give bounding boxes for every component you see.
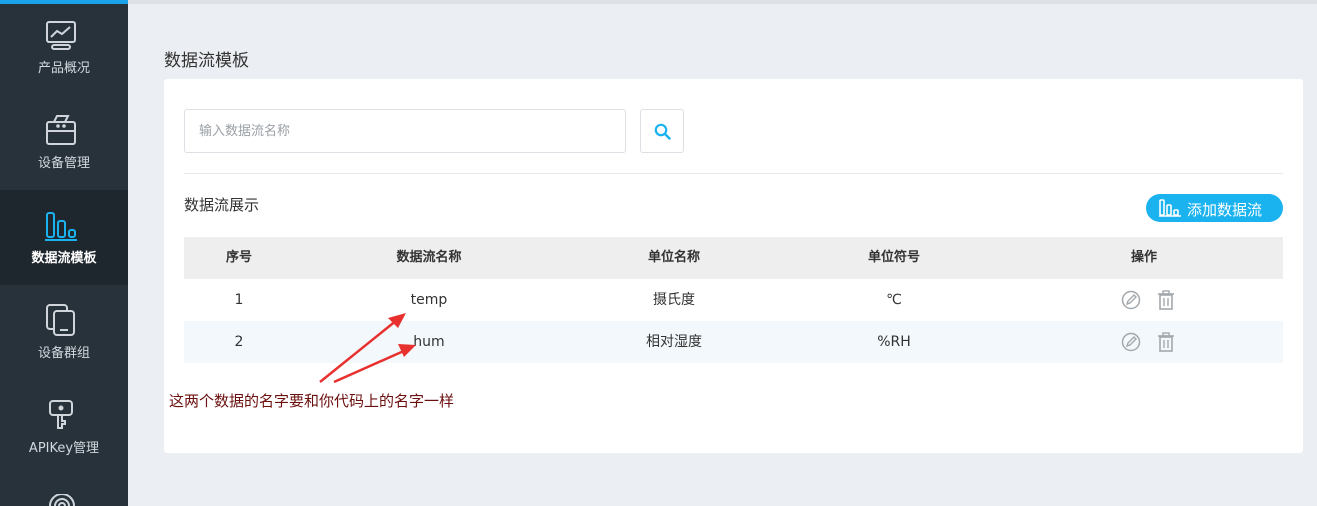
sidebar-item-device-management[interactable]: 设备管理 — [0, 95, 128, 190]
top-bar — [0, 0, 1317, 4]
row-unit-symbol: ℃ — [886, 292, 902, 308]
signal-icon — [49, 494, 75, 506]
header-unit-name: 单位名称 — [647, 250, 700, 265]
row-name: hum — [413, 334, 445, 350]
annotation-text: 这两个数据的名字要和你代码上的名字一样 — [169, 392, 455, 410]
trash-icon[interactable] — [1156, 290, 1176, 310]
datastream-table: 序号 数据流名称 单位名称 单位符号 操作 1 temp 摄氏度 ℃ 2 hum… — [184, 237, 1283, 363]
chart-monitor-icon — [46, 21, 76, 50]
edit-icon[interactable] — [1121, 332, 1141, 352]
group-icon — [46, 304, 75, 336]
header-unit-symbol: 单位符号 — [867, 250, 920, 265]
sidebar-item-label: 设备群组 — [37, 346, 90, 361]
sidebar-item-label: 设备管理 — [37, 156, 90, 171]
table-row: 2 hum 相对湿度 %RH — [184, 321, 1283, 363]
search-input[interactable] — [184, 109, 626, 153]
sidebar-item-label: APIKey管理 — [28, 441, 100, 456]
row-index: 2 — [234, 334, 244, 350]
row-unit-name: 摄氏度 — [653, 292, 695, 308]
sidebar: 产品概况 设备管理 数据流模板 设备群组 APIKey管理 — [0, 4, 128, 506]
bars-icon — [45, 212, 77, 241]
sidebar-item-product-overview[interactable]: 产品概况 — [0, 4, 128, 95]
row-name: temp — [410, 292, 448, 308]
header-index: 序号 — [225, 250, 252, 265]
sidebar-item-datastream-template[interactable]: 数据流模板 — [0, 190, 128, 285]
search-icon — [654, 123, 671, 140]
search-button[interactable] — [640, 109, 684, 153]
sidebar-item-label: 产品概况 — [37, 61, 90, 76]
divider — [184, 173, 1283, 174]
trash-icon[interactable] — [1156, 332, 1176, 352]
key-icon — [49, 400, 73, 429]
sidebar-item-device-group[interactable]: 设备群组 — [0, 285, 128, 380]
page-title: 数据流模板 — [164, 51, 249, 71]
section-title: 数据流展示 — [184, 196, 260, 214]
add-datastream-button[interactable]: 添加数据流 — [1146, 194, 1283, 222]
header-name: 数据流名称 — [396, 250, 462, 265]
row-unit-symbol: %RH — [877, 334, 911, 350]
header-actions: 操作 — [1130, 250, 1157, 265]
add-datastream-label: 添加数据流 — [1187, 201, 1263, 219]
table-row: 1 temp 摄氏度 ℃ — [184, 279, 1283, 321]
table-header: 序号 数据流名称 单位名称 单位符号 操作 — [184, 237, 1283, 279]
bars-add-icon — [1159, 199, 1181, 217]
sidebar-item-label: 数据流模板 — [31, 251, 97, 266]
row-unit-name: 相对湿度 — [646, 334, 702, 350]
edit-icon[interactable] — [1121, 290, 1141, 310]
sidebar-item-apikey[interactable]: APIKey管理 — [0, 380, 128, 475]
row-index: 1 — [234, 292, 244, 308]
device-icon — [46, 115, 76, 145]
